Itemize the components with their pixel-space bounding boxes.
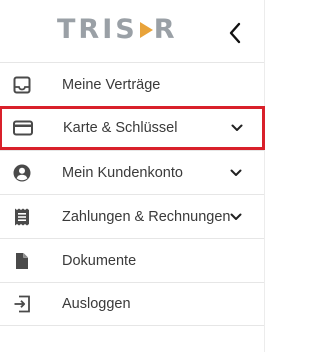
sidebar-menu: Meine Verträge Karte & Schlüssel Mein Ku… bbox=[0, 62, 265, 326]
sidebar-edge bbox=[264, 0, 265, 352]
menu-item-label: Ausloggen bbox=[62, 296, 131, 312]
chevron-down-icon[interactable] bbox=[229, 122, 245, 134]
trisor-logo: TRIS R bbox=[57, 13, 178, 45]
document-icon bbox=[12, 251, 32, 271]
menu-item-karte-schluessel[interactable]: Karte & Schlüssel bbox=[0, 106, 265, 150]
credit-card-icon bbox=[13, 118, 33, 138]
account-circle-icon bbox=[12, 163, 32, 183]
menu-item-label: Meine Verträge bbox=[62, 76, 161, 93]
chevron-down-icon[interactable] bbox=[228, 211, 244, 223]
menu-item-label: Zahlungen & Rechnungen bbox=[62, 208, 231, 225]
menu-item-dokumente[interactable]: Dokumente bbox=[0, 238, 264, 282]
inbox-icon bbox=[12, 75, 32, 95]
menu-item-label: Mein Kundenkonto bbox=[62, 164, 183, 181]
menu-item-mein-kundenkonto[interactable]: Mein Kundenkonto bbox=[0, 150, 264, 194]
menu-item-label: Dokumente bbox=[62, 252, 137, 269]
menu-item-ausloggen[interactable]: Ausloggen bbox=[0, 282, 264, 326]
receipt-icon bbox=[12, 207, 32, 227]
menu-item-label: Karte & Schlüssel bbox=[63, 120, 178, 136]
menu-item-meine-vertraege[interactable]: Meine Verträge bbox=[0, 62, 264, 106]
chevron-down-icon[interactable] bbox=[228, 167, 244, 179]
sidebar-header: TRIS R bbox=[0, 0, 264, 62]
chevron-left-icon bbox=[229, 22, 241, 44]
menu-item-zahlungen-rechnungen[interactable]: Zahlungen & Rechnungen bbox=[0, 194, 264, 238]
collapse-sidebar-button[interactable] bbox=[222, 18, 248, 48]
play-icon bbox=[139, 22, 153, 38]
logout-icon bbox=[12, 294, 32, 314]
